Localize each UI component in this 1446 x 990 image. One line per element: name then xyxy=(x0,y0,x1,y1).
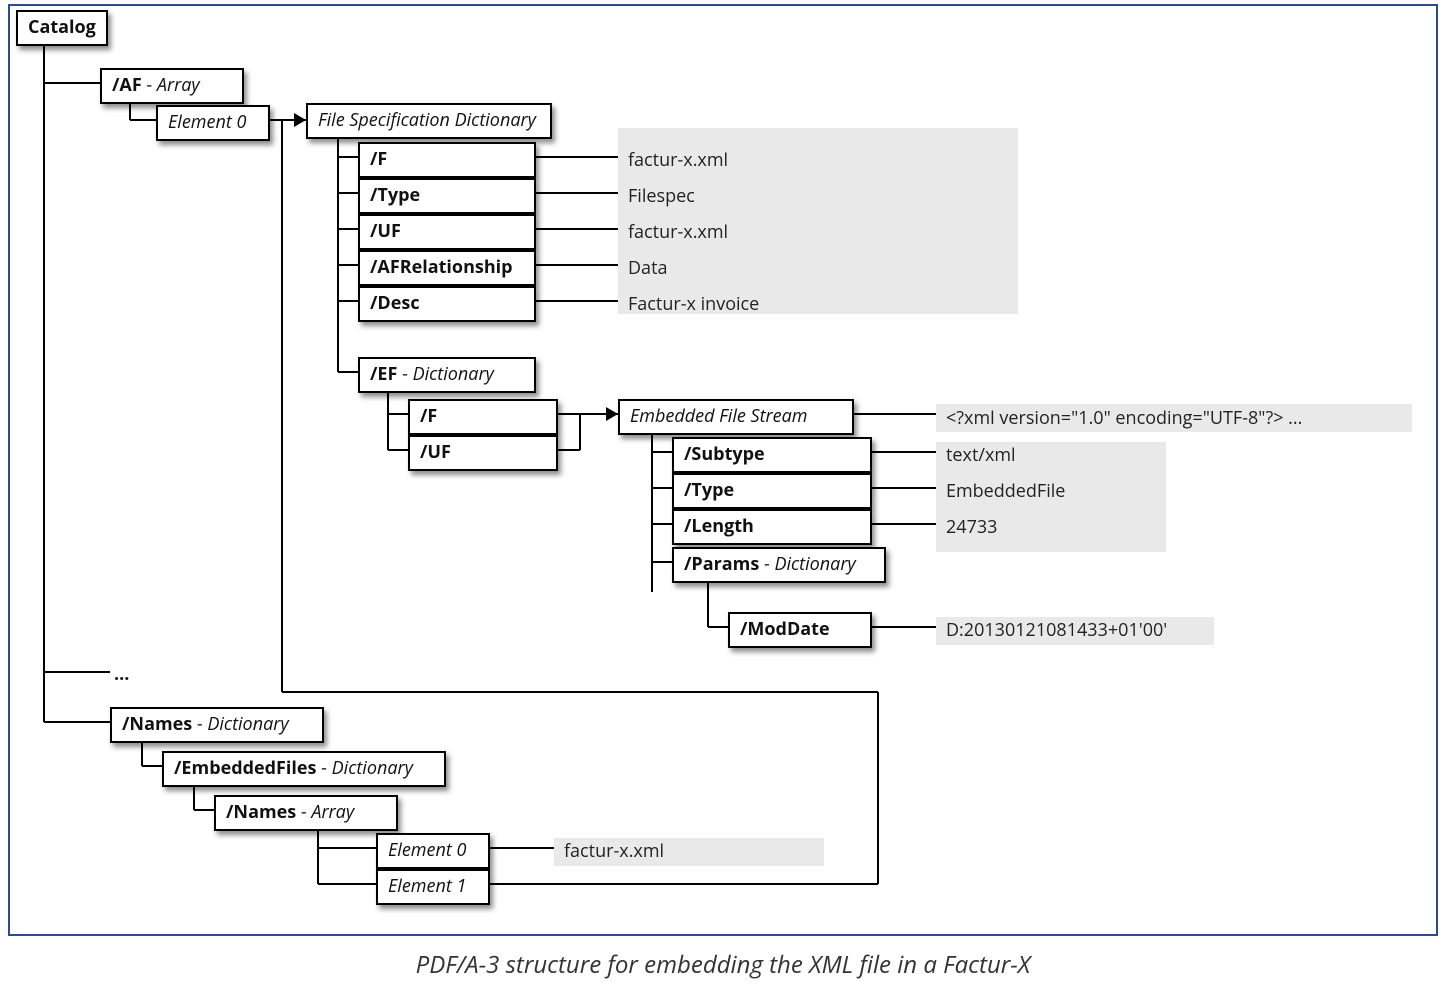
stream-length-key: /Length xyxy=(684,514,754,538)
node-embeddedfiles: /EmbeddedFiles - Dictionary xyxy=(162,751,446,787)
node-ef-uf: /UF xyxy=(408,435,558,471)
filespec-f-value: factur-x.xml xyxy=(628,148,728,172)
filespec-type-value: Filespec xyxy=(628,184,695,208)
names-type: Dictionary xyxy=(207,712,288,736)
stream-header-label: Embedded File Stream xyxy=(630,404,807,428)
filespec-afr-key: /AFRelationship xyxy=(370,255,513,279)
catalog-ellipsis: ... xyxy=(114,662,129,686)
stream-type-value: EmbeddedFile xyxy=(946,479,1065,503)
stream-moddate-key: /ModDate xyxy=(740,617,830,641)
filespec-f-key: /F xyxy=(370,147,387,171)
names-key: /Names xyxy=(122,712,192,736)
node-names2-elem1: Element 1 xyxy=(376,869,490,905)
node-af: /AF - Array xyxy=(100,68,244,104)
node-filespec-f: /F xyxy=(358,142,536,178)
stream-preview: <?xml version="1.0" encoding="UTF-8"?> .… xyxy=(946,406,1302,430)
node-filespec-afr: /AFRelationship xyxy=(358,250,536,286)
node-stream-params: /Params - Dictionary xyxy=(672,547,886,583)
names2-elem0-label: Element 0 xyxy=(388,838,466,862)
af-type: Array xyxy=(157,73,200,97)
node-ef: /EF - Dictionary xyxy=(358,357,536,393)
filespec-afr-value: Data xyxy=(628,256,667,280)
node-names: /Names - Dictionary xyxy=(110,707,324,743)
node-filespec-type: /Type xyxy=(358,178,536,214)
filespec-desc-key: /Desc xyxy=(370,291,420,315)
embeddedfiles-key: /EmbeddedFiles xyxy=(174,756,316,780)
ef-type: Dictionary xyxy=(413,362,494,386)
filespec-type-key: /Type xyxy=(370,183,420,207)
names2-elem1-label: Element 1 xyxy=(388,874,466,898)
stream-subtype-value: text/xml xyxy=(946,443,1016,467)
node-names2-elem0: Element 0 xyxy=(376,833,490,869)
stream-params-key: /Params xyxy=(684,552,759,576)
af-element0-label: Element 0 xyxy=(168,110,246,134)
ef-f-key: /F xyxy=(420,404,437,428)
node-filespec-header: File Specification Dictionary xyxy=(306,103,552,139)
stream-moddate-value: D:20130121081433+01'00' xyxy=(946,618,1167,642)
filespec-uf-value: factur-x.xml xyxy=(628,220,728,244)
names2-elem0-value: factur-x.xml xyxy=(564,839,664,863)
stream-params-type: Dictionary xyxy=(774,552,855,576)
ef-uf-key: /UF xyxy=(420,440,451,464)
node-stream-subtype: /Subtype xyxy=(672,437,872,473)
filespec-uf-key: /UF xyxy=(370,219,401,243)
node-af-element0: Element 0 xyxy=(156,105,270,141)
names2-type: Array xyxy=(311,800,354,824)
node-filespec-uf: /UF xyxy=(358,214,536,250)
ef-key: /EF xyxy=(370,362,397,386)
af-key: /AF xyxy=(112,73,142,97)
filespec-desc-value: Factur-x invoice xyxy=(628,292,759,316)
names2-key: /Names xyxy=(226,800,296,824)
node-names2: /Names - Array xyxy=(214,795,398,831)
catalog-label: Catalog xyxy=(28,15,96,39)
node-catalog: Catalog xyxy=(16,10,108,46)
node-stream-header: Embedded File Stream xyxy=(618,399,854,435)
node-stream-length: /Length xyxy=(672,509,872,545)
filespec-header-label: File Specification Dictionary xyxy=(318,108,536,132)
embeddedfiles-type: Dictionary xyxy=(332,756,413,780)
node-stream-moddate: /ModDate xyxy=(728,612,872,648)
stream-subtype-key: /Subtype xyxy=(684,442,765,466)
node-ef-f: /F xyxy=(408,399,558,435)
node-stream-type: /Type xyxy=(672,473,872,509)
node-filespec-desc: /Desc xyxy=(358,286,536,322)
diagram-caption: PDF/A-3 structure for embedding the XML … xyxy=(0,948,1446,981)
stream-length-value: 24733 xyxy=(946,515,997,539)
stream-type-key: /Type xyxy=(684,478,734,502)
